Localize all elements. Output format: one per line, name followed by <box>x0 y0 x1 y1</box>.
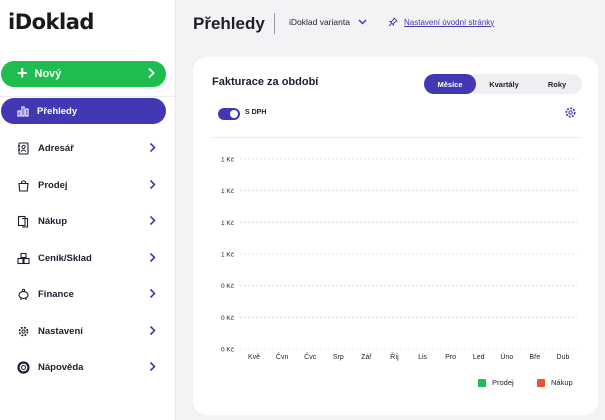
y-tick-label: 0 Kč <box>221 315 235 322</box>
sidebar-divider <box>0 96 176 97</box>
chevron-right-icon <box>149 215 156 229</box>
shopping-bag-icon <box>16 178 30 192</box>
sidebar-item-prehledy[interactable]: Přehledy <box>1 98 166 124</box>
x-tick-label: Srp <box>333 354 344 361</box>
legend-swatch <box>478 378 486 387</box>
legend-swatch <box>537 378 545 387</box>
chevron-right-icon <box>149 252 156 266</box>
y-tick-label: 0 Kč <box>221 283 235 290</box>
homepage-settings-label: Nastavení úvodní stránky <box>404 17 495 27</box>
documents-icon <box>16 214 30 228</box>
sidebar-item-label: Nákup <box>38 215 68 227</box>
sidebar-item-nastaveni[interactable]: Nastavení <box>16 321 158 341</box>
warehouse-icon <box>16 251 30 265</box>
plus-icon: + <box>17 63 28 83</box>
chevron-right-icon <box>149 288 156 302</box>
sidebar-item-label: Adresář <box>38 142 74 154</box>
x-tick-label: Lis <box>418 354 427 361</box>
chevron-down-icon <box>358 19 367 25</box>
page-header: Přehledy iDoklad varianta Nastavení úvod… <box>176 0 605 48</box>
x-tick-label: Kvě <box>248 354 260 361</box>
legend-label: Prodej <box>492 378 514 387</box>
x-tick-label: Led <box>473 354 485 361</box>
new-button-label: Nový <box>34 68 62 80</box>
variant-dropdown[interactable]: iDoklad varianta <box>289 17 367 27</box>
sidebar: iDoklad + Nový Přehledy Adresář Prodej N… <box>0 0 176 420</box>
sidebar-item-finance[interactable]: Finance <box>16 284 158 304</box>
x-tick-label: Bře <box>529 354 540 361</box>
new-button[interactable]: + Nový <box>1 61 166 87</box>
sidebar-item-prodej[interactable]: Prodej <box>16 175 158 195</box>
sidebar-item-label: Prodej <box>38 179 68 191</box>
legend-item-prodej[interactable]: Prodej <box>478 378 514 387</box>
billing-card: Fakturace za období Měsíce Kvartály Roky… <box>193 57 598 415</box>
y-tick-label: 1 Kč <box>221 220 235 227</box>
chevron-right-icon <box>149 325 156 339</box>
chevron-right-icon <box>149 142 156 156</box>
variant-label: iDoklad varianta <box>289 17 350 27</box>
chevron-right-icon <box>147 67 155 82</box>
sidebar-item-cenik-sklad[interactable]: Ceník/Sklad <box>16 248 158 268</box>
x-tick-label: Pro <box>445 354 456 361</box>
sidebar-item-napoveda[interactable]: Nápověda <box>16 357 158 377</box>
app-logo[interactable]: iDoklad <box>8 10 94 34</box>
sidebar-item-label: Přehledy <box>37 105 78 117</box>
x-tick-label: Čvn <box>276 352 289 361</box>
sidebar-item-label: Nápověda <box>38 361 84 373</box>
legend-label: Nákup <box>551 378 573 387</box>
y-tick-label: 1 Kč <box>221 252 235 259</box>
sidebar-item-label: Ceník/Sklad <box>38 252 92 264</box>
x-tick-label: Čvc <box>304 352 317 361</box>
sidebar-item-label: Finance <box>38 288 74 300</box>
x-tick-label: Zář <box>361 354 372 361</box>
sidebar-item-nakup[interactable]: Nákup <box>16 211 158 231</box>
x-tick-label: Dub <box>557 354 570 361</box>
pin-icon <box>388 17 398 27</box>
sidebar-item-label: Nastavení <box>38 325 83 337</box>
x-tick-label: Úno <box>500 352 513 361</box>
header-divider <box>274 13 275 34</box>
piggy-bank-icon <box>16 287 30 301</box>
billing-chart: 1 Kč 1 Kč 1 Kč 1 Kč 0 Kč 0 Kč 0 Kč Kvě Čvn Čvc Sr… <box>221 157 577 361</box>
sidebar-item-adresar[interactable]: Adresář <box>16 138 158 158</box>
x-tick-label: Říj <box>390 352 399 361</box>
homepage-settings-link[interactable]: Nastavení úvodní stránky <box>388 17 494 27</box>
y-tick-label: 1 Kč <box>221 157 235 164</box>
y-tick-label: 1 Kč <box>221 188 235 195</box>
chevron-right-icon <box>149 361 156 375</box>
page-title: Přehledy <box>193 14 265 33</box>
address-book-icon <box>16 141 30 155</box>
chart-bars-icon <box>17 105 29 117</box>
chevron-right-icon <box>149 179 156 193</box>
y-tick-label: 0 Kč <box>221 347 235 354</box>
lifebuoy-icon <box>16 360 30 374</box>
legend-item-nakup[interactable]: Nákup <box>537 378 573 387</box>
gear-icon <box>16 324 30 338</box>
